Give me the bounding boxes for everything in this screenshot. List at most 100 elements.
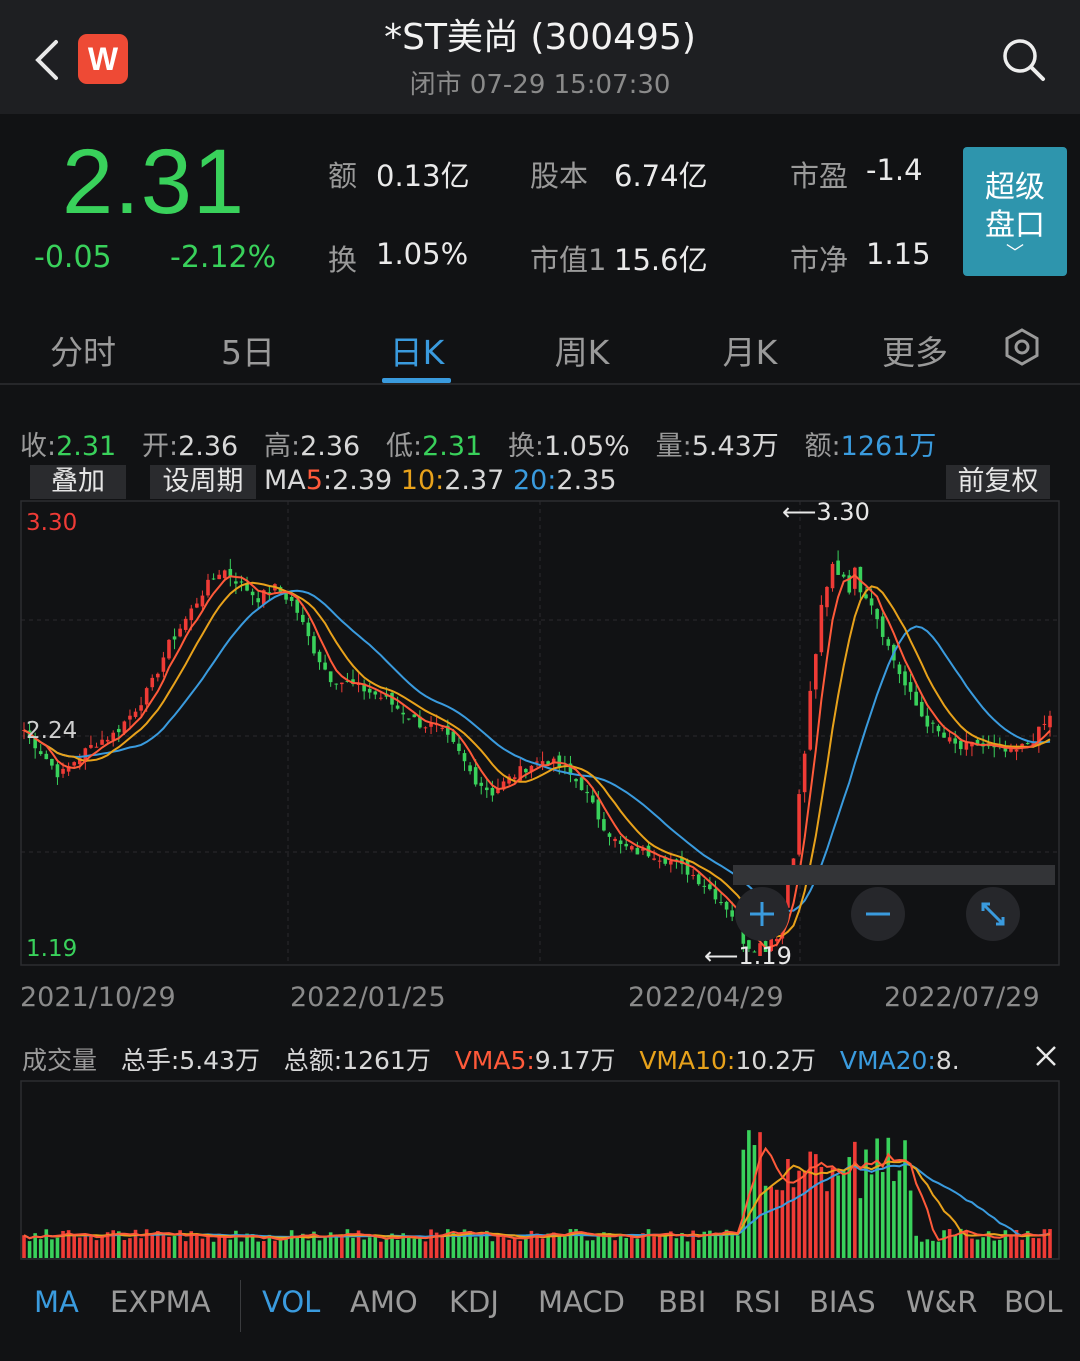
volume-bar: [925, 1239, 930, 1258]
min-annotation: ⟵1.19: [704, 942, 792, 970]
indicator-wr[interactable]: W&R: [906, 1285, 977, 1319]
volume-bar: [735, 1235, 740, 1258]
close-label: 收:: [20, 431, 57, 462]
tab-daily-k[interactable]: 日K: [352, 326, 482, 374]
close-icon[interactable]: [1032, 1042, 1060, 1070]
volume-bar: [379, 1241, 383, 1258]
volume-bar: [836, 1175, 840, 1258]
indicator-bias[interactable]: BIAS: [809, 1285, 876, 1319]
zoom-bar: [733, 865, 1055, 885]
vma20-value: 8.: [935, 1046, 960, 1075]
volume-title[interactable]: 成交量: [22, 1046, 97, 1075]
volume-bar: [1020, 1239, 1024, 1258]
candle-body: [875, 609, 879, 620]
indicator-expma[interactable]: EXPMA: [110, 1285, 211, 1319]
indicator-rsi[interactable]: RSI: [734, 1285, 781, 1319]
vma5-label: VMA5:: [454, 1046, 535, 1075]
vma20-label: VMA20:: [839, 1046, 936, 1075]
candle-body: [579, 777, 584, 791]
tab-monthly-k[interactable]: 月K: [685, 326, 815, 374]
volume-bar: [590, 1240, 595, 1258]
candle-body: [234, 581, 238, 584]
ma20-value: 2.35: [556, 465, 617, 496]
indicator-macd[interactable]: MACD: [538, 1285, 625, 1319]
candle-body: [596, 799, 601, 820]
total-hands: 总手:5.43万: [120, 1046, 260, 1075]
indicator-ma[interactable]: MA: [34, 1285, 79, 1319]
candle-body: [730, 910, 734, 917]
volume-bar: [931, 1240, 935, 1258]
zoom-in-button[interactable]: [735, 887, 789, 941]
volume-bar: [908, 1190, 913, 1258]
volume-bar: [652, 1236, 656, 1258]
indicator-kdj[interactable]: KDJ: [449, 1285, 499, 1319]
search-icon[interactable]: [998, 34, 1048, 84]
candle-body: [306, 622, 311, 637]
fullscreen-button[interactable]: [966, 887, 1020, 941]
candle-body: [1014, 749, 1019, 752]
volume-bar: [200, 1238, 205, 1258]
volume-bar: [222, 1236, 227, 1258]
volume-bar: [680, 1232, 684, 1258]
candle-body: [401, 712, 405, 715]
volume-bar: [663, 1235, 668, 1258]
tab-intraday[interactable]: 分时: [18, 326, 148, 374]
candle-body: [819, 604, 824, 653]
overlay-button[interactable]: 叠加: [30, 465, 126, 499]
volume-bar: [50, 1239, 54, 1258]
indicator-amo[interactable]: AMO: [350, 1285, 418, 1319]
amount-label: 额:: [804, 431, 841, 462]
candle-body: [189, 608, 194, 621]
volume-bar: [914, 1235, 918, 1258]
volume-bar: [903, 1140, 907, 1258]
zoom-out-button[interactable]: [851, 887, 905, 941]
volume-bar: [206, 1234, 210, 1258]
candle-body: [914, 691, 918, 706]
volume-bar: [524, 1237, 528, 1258]
adjust-button[interactable]: 前复权: [946, 465, 1050, 499]
indicator-boll[interactable]: BOL: [1004, 1285, 1062, 1319]
volume-bar: [802, 1170, 807, 1258]
candle-body: [133, 711, 138, 717]
set-period-button[interactable]: 设周期: [150, 465, 256, 499]
settings-icon[interactable]: [1003, 328, 1041, 366]
tab-divider: [0, 383, 1080, 385]
candle-body: [908, 682, 913, 692]
open-value: 2.36: [178, 431, 239, 462]
candle-body: [301, 614, 305, 623]
tab-more[interactable]: 更多: [850, 326, 980, 374]
super-order-book-button[interactable]: 超级 盘口 ﹀: [963, 147, 1067, 276]
volume-bar: [195, 1235, 199, 1258]
volume-bar: [719, 1232, 723, 1258]
volume-bar: [780, 1190, 785, 1258]
x-label-end: 2022/07/29: [884, 982, 1040, 1013]
volume-bar: [55, 1237, 60, 1258]
candle-body: [50, 758, 54, 766]
candle-body: [256, 598, 260, 603]
candle-body: [172, 636, 177, 640]
candle-body: [719, 902, 723, 904]
vma5-value: 9.17万: [534, 1046, 616, 1075]
volume-bar: [763, 1185, 768, 1258]
open-label: 开:: [141, 431, 179, 462]
volume-chart[interactable]: [20, 1080, 1060, 1262]
candle-body: [406, 718, 411, 720]
candle-body: [89, 745, 93, 748]
candle-body: [161, 657, 166, 672]
candle-body: [144, 688, 149, 705]
candle-body: [395, 705, 400, 709]
tab-weekly-k[interactable]: 周K: [517, 326, 647, 374]
volume-bar: [507, 1239, 511, 1258]
volume-bar: [880, 1172, 885, 1258]
candle-body: [607, 833, 612, 837]
candle-body: [38, 751, 43, 755]
volume-bar: [367, 1237, 372, 1258]
tab-5day[interactable]: 5日: [183, 326, 313, 374]
indicator-vol[interactable]: VOL: [262, 1285, 320, 1319]
volume-bar: [479, 1234, 484, 1258]
indicator-bbi[interactable]: BBI: [658, 1285, 706, 1319]
volume-bar: [696, 1239, 701, 1258]
candle-body: [669, 860, 673, 865]
candle-body: [825, 586, 829, 608]
candle-body: [328, 671, 333, 683]
